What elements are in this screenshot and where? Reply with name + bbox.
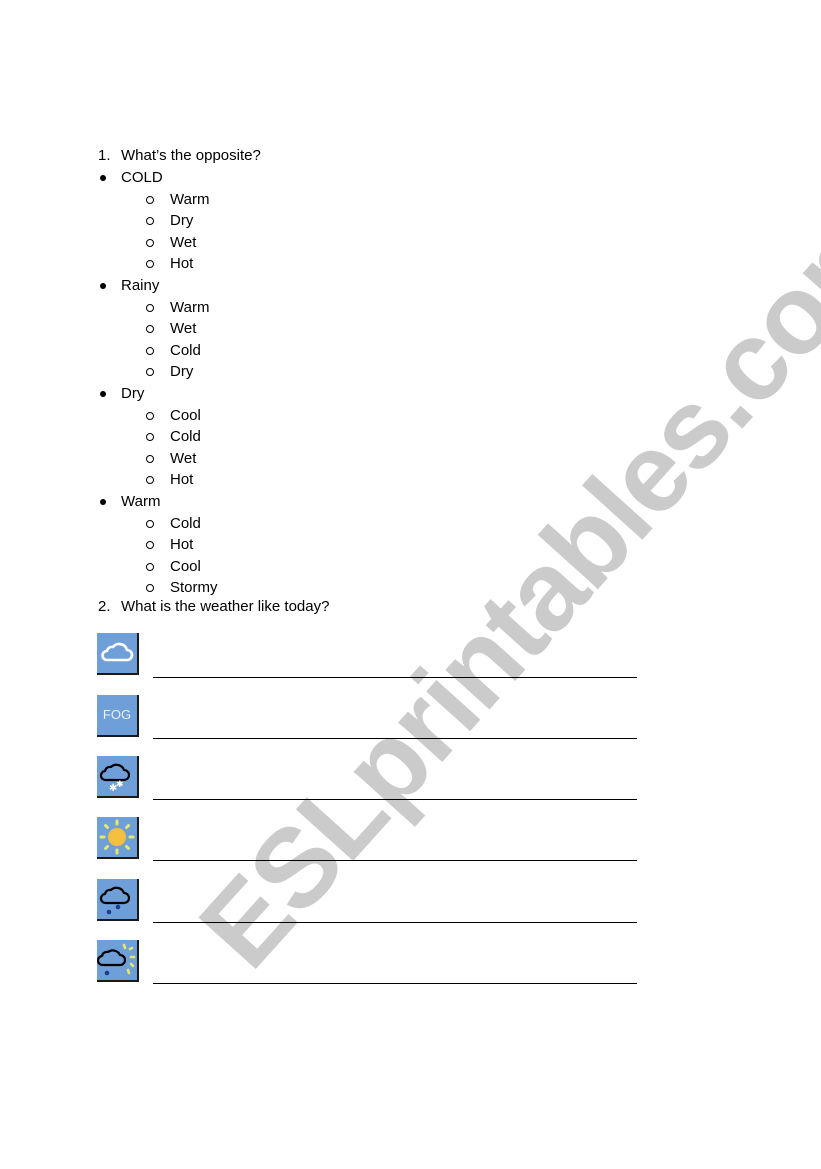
- option-label: Warm: [170, 298, 210, 316]
- question-text: What is the weather like today?: [121, 598, 330, 615]
- option-item[interactable]: Cool: [0, 556, 821, 577]
- option-item[interactable]: Cold: [0, 340, 821, 361]
- answer-line[interactable]: [153, 799, 637, 800]
- option-item[interactable]: Dry: [0, 210, 821, 231]
- list-item: Dry: [0, 383, 821, 404]
- option-item[interactable]: Warm: [0, 297, 821, 318]
- list-item: Rainy: [0, 275, 821, 296]
- circle-bullet-icon: [146, 325, 154, 334]
- question-text: What’s the opposite?: [121, 147, 261, 164]
- option-item[interactable]: Wet: [0, 448, 821, 469]
- question-2: 2. What is the weather like today?: [0, 596, 821, 617]
- answer-line[interactable]: [153, 860, 637, 861]
- option-item[interactable]: Cold: [0, 513, 821, 534]
- option-label: Wet: [170, 233, 197, 251]
- option-label: Hot: [170, 255, 194, 273]
- option-label: Dry: [170, 363, 194, 381]
- sun-icon: [97, 817, 139, 859]
- word-label: Dry: [121, 385, 145, 402]
- circle-bullet-icon: [146, 260, 154, 269]
- option-item[interactable]: Wet: [0, 318, 821, 339]
- option-label: Warm: [170, 190, 210, 208]
- circle-bullet-icon: [146, 476, 154, 485]
- option-item[interactable]: Cold: [0, 426, 821, 447]
- bullet-icon: [100, 499, 106, 505]
- circle-bullet-icon: [146, 584, 154, 593]
- circle-bullet-icon: [146, 217, 154, 226]
- fog-label: FOG: [102, 707, 132, 722]
- option-label: Cool: [170, 406, 201, 424]
- circle-bullet-icon: [146, 303, 154, 312]
- option-label: Dry: [170, 212, 194, 230]
- circle-bullet-icon: [146, 519, 154, 528]
- option-label: Cold: [170, 341, 201, 359]
- option-item[interactable]: Cool: [0, 405, 821, 426]
- word-label: Rainy: [121, 277, 160, 294]
- circle-bullet-icon: [146, 368, 154, 377]
- circle-bullet-icon: [146, 562, 154, 571]
- answer-line[interactable]: [153, 983, 637, 984]
- option-label: Wet: [170, 449, 197, 467]
- rain-sun-cloud-icon: [97, 940, 139, 982]
- option-item[interactable]: Warm: [0, 189, 821, 210]
- answer-line[interactable]: [153, 677, 637, 678]
- circle-bullet-icon: [146, 238, 154, 247]
- snow-cloud-icon: ✱ ✱: [97, 756, 139, 798]
- option-item[interactable]: Hot: [0, 534, 821, 555]
- option-item[interactable]: Wet: [0, 232, 821, 253]
- option-item[interactable]: Hot: [0, 253, 821, 274]
- circle-bullet-icon: [146, 411, 154, 420]
- circle-bullet-icon: [146, 195, 154, 204]
- question-number: 2.: [98, 598, 111, 615]
- answer-line[interactable]: [153, 922, 637, 923]
- answer-line[interactable]: [153, 738, 637, 739]
- word-label: Warm: [121, 493, 161, 510]
- option-label: Cold: [170, 514, 201, 532]
- question-1: 1. What’s the opposite?: [0, 145, 821, 166]
- option-label: Wet: [170, 320, 197, 338]
- option-item[interactable]: Hot: [0, 469, 821, 490]
- rain-cloud-icon: [97, 879, 139, 921]
- option-label: Hot: [170, 471, 194, 489]
- fog-icon: FOG: [97, 695, 139, 737]
- word-label: COLD: [121, 169, 163, 186]
- list-item: Warm: [0, 491, 821, 512]
- option-label: Hot: [170, 536, 194, 554]
- circle-bullet-icon: [146, 454, 154, 463]
- bullet-icon: [100, 283, 106, 289]
- option-label: Cool: [170, 557, 201, 575]
- question-number: 1.: [98, 147, 111, 164]
- circle-bullet-icon: [146, 541, 154, 550]
- option-item[interactable]: Dry: [0, 361, 821, 382]
- list-item: COLD: [0, 167, 821, 188]
- circle-bullet-icon: [146, 346, 154, 355]
- bullet-icon: [100, 391, 106, 397]
- cloud-icon: [97, 633, 139, 675]
- circle-bullet-icon: [146, 433, 154, 442]
- svg-text:✱: ✱: [116, 780, 124, 790]
- option-label: Cold: [170, 428, 201, 446]
- bullet-icon: [100, 175, 106, 181]
